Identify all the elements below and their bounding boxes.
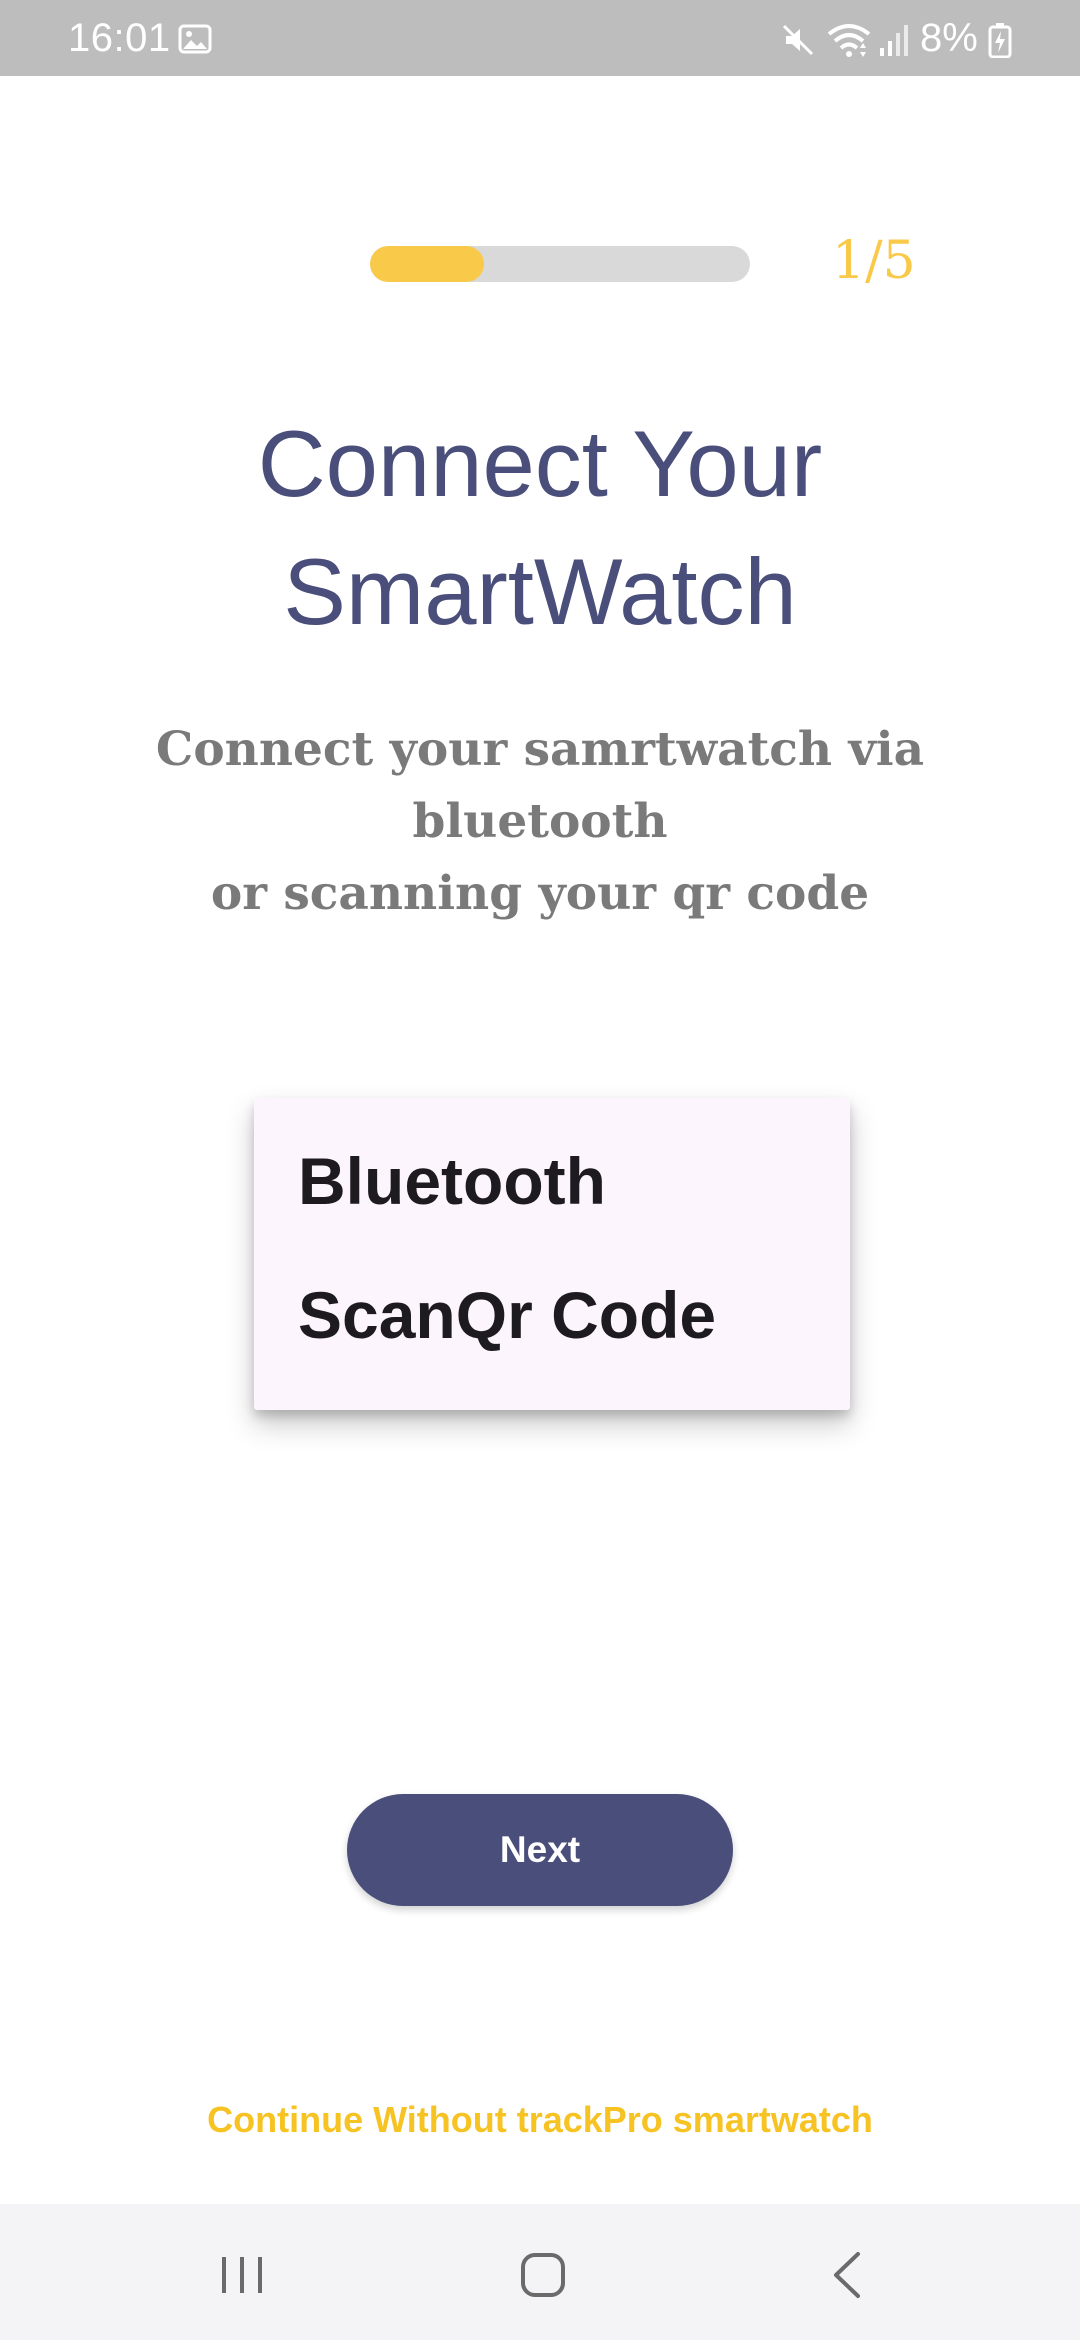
progress-counter: 1/5 bbox=[832, 231, 916, 291]
next-button[interactable]: Next bbox=[347, 1794, 733, 1906]
recents-icon[interactable] bbox=[218, 2254, 266, 2296]
status-time: 16:01 bbox=[68, 16, 171, 60]
page-title-line2: SmartWatch bbox=[283, 539, 797, 644]
continue-without-smartwatch-link[interactable]: Continue Without trackPro smartwatch bbox=[0, 2096, 1080, 2144]
battery-icon bbox=[988, 23, 1012, 58]
page-subtitle-line2: or scanning your qr code bbox=[210, 866, 870, 921]
system-nav-bar bbox=[0, 2204, 1080, 2340]
back-icon[interactable] bbox=[830, 2250, 864, 2300]
progress-fill bbox=[370, 246, 484, 282]
wifi-icon bbox=[827, 24, 871, 57]
page-subtitle-line1: Connect your samrtwatch via bluetooth bbox=[155, 722, 925, 849]
page-subtitle: Connect your samrtwatch via bluetooth or… bbox=[30, 714, 1050, 930]
menu-item-bluetooth[interactable]: Bluetooth bbox=[298, 1141, 606, 1221]
signal-icon bbox=[880, 25, 908, 56]
menu-item-scan-qr-code[interactable]: ScanQr Code bbox=[298, 1275, 716, 1355]
mute-icon bbox=[782, 24, 814, 56]
page-title: Connect Your SmartWatch bbox=[0, 400, 1080, 656]
battery-percent: 8% bbox=[920, 16, 978, 60]
progress-bar bbox=[370, 246, 750, 282]
connection-method-menu: Bluetooth ScanQr Code bbox=[254, 1098, 850, 1410]
home-icon[interactable] bbox=[520, 2252, 566, 2298]
status-bar: 16:01 8% bbox=[0, 0, 1080, 76]
gallery-icon bbox=[178, 24, 212, 54]
page-title-line1: Connect Your bbox=[257, 411, 823, 516]
